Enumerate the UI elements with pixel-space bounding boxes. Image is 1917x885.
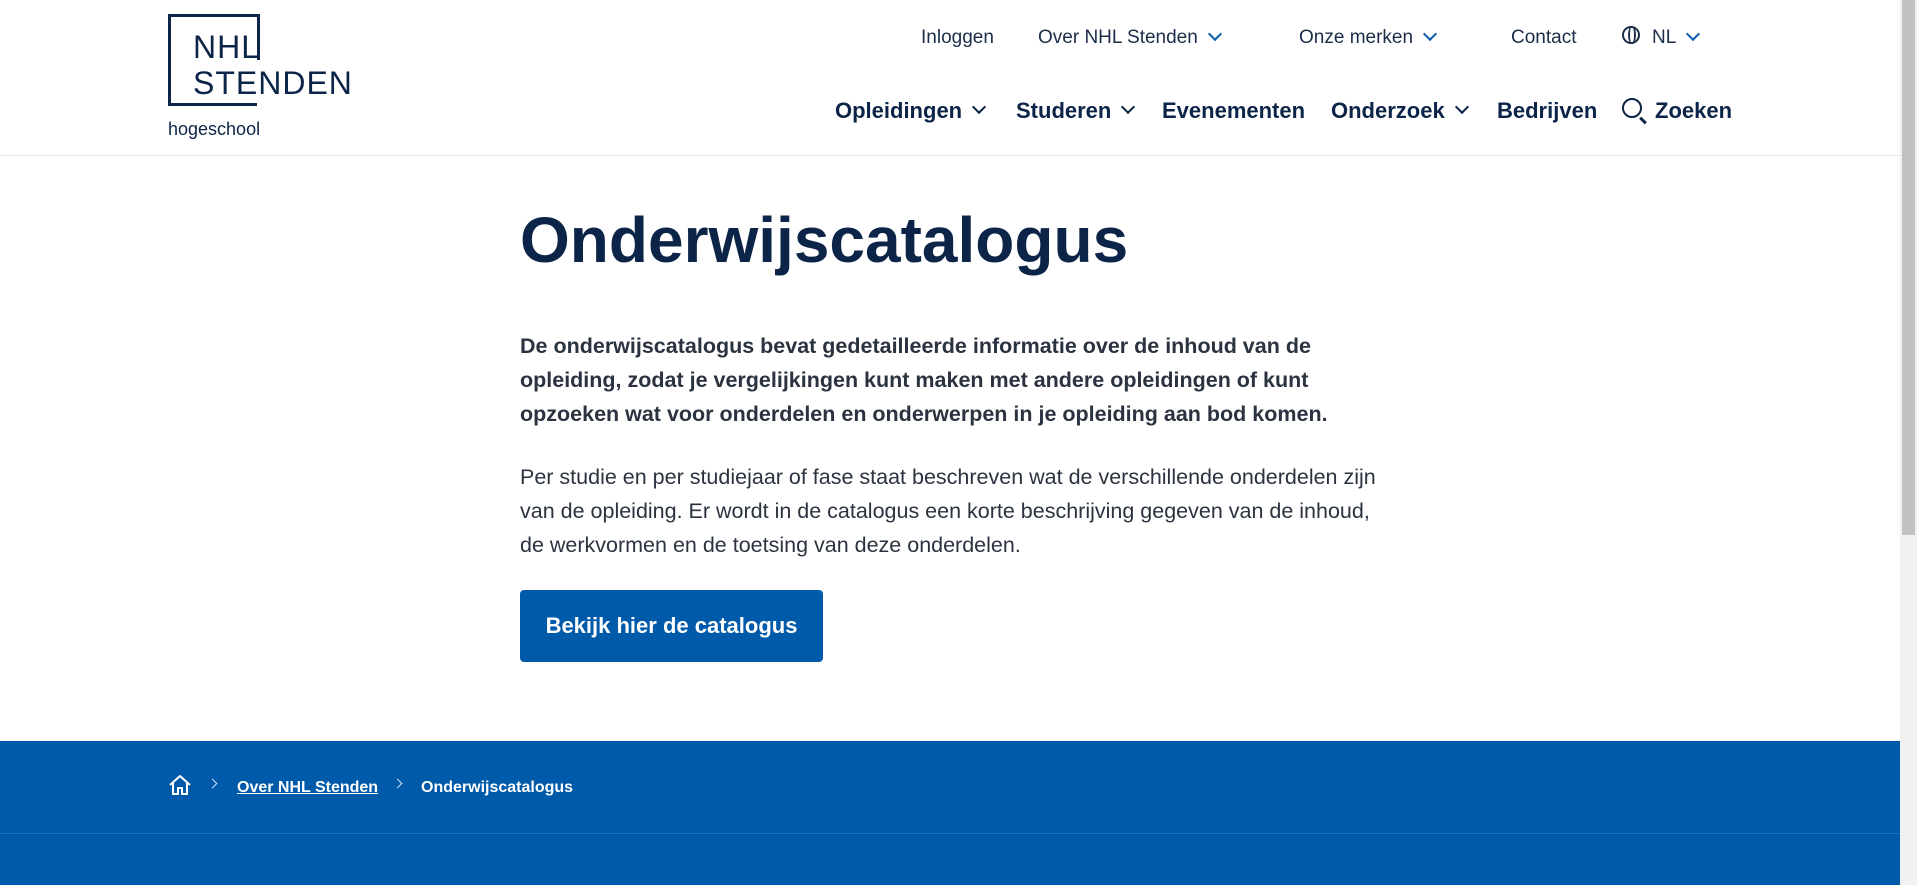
vertical-scrollbar[interactable] (1900, 0, 1917, 885)
chevron-down-icon (1422, 26, 1438, 42)
logo-text-stenden: STENDEN (193, 65, 353, 101)
logo-text-nhl: NHL (193, 29, 261, 65)
breadcrumb-current-label: Onderwijscatalogus (421, 779, 574, 796)
chevron-down-icon (972, 99, 987, 115)
nav-evenementen[interactable]: Evenementen (1162, 98, 1305, 124)
topnav-contact-label: Contact (1511, 27, 1577, 48)
topnav-login-label: Inloggen (921, 27, 994, 48)
logo-subtitle: hogeschool (168, 119, 261, 139)
topnav-about[interactable]: Over NHL Stenden (1038, 26, 1222, 50)
language-label: NL (1652, 27, 1677, 48)
breadcrumb-link-about[interactable]: Over NHL Stenden (237, 777, 378, 799)
breadcrumb-current: Onderwijscatalogus (421, 777, 573, 799)
nav-bedrijven[interactable]: Bedrijven (1497, 98, 1597, 124)
page-title: Onderwijscatalogus (520, 204, 1129, 276)
search-button[interactable]: Zoeken (1622, 98, 1732, 124)
site-header: NHL STENDEN hogeschool Inloggen Over NHL… (0, 0, 1900, 156)
page: NHL STENDEN hogeschool Inloggen Over NHL… (0, 0, 1900, 885)
home-icon[interactable] (168, 774, 192, 796)
nav-bedrijven-label: Bedrijven (1497, 98, 1598, 123)
nav-studeren[interactable]: Studeren (1016, 98, 1136, 124)
chevron-down-icon (1121, 99, 1136, 115)
body-paragraph: Per studie en per studiejaar of fase sta… (520, 465, 1376, 557)
search-label: Zoeken (1655, 98, 1733, 123)
intro-paragraph: De onderwijscatalogus bevat gedetailleer… (520, 334, 1328, 426)
chevron-down-icon (1207, 26, 1222, 42)
band-divider (0, 833, 1900, 834)
topnav-about-label: Over NHL Stenden (1038, 27, 1198, 48)
nav-evenementen-label: Evenementen (1162, 98, 1306, 123)
chevron-down-icon (1454, 99, 1469, 115)
view-catalogue-button[interactable]: Bekijk hier de catalogus (520, 590, 823, 662)
nav-onderzoek[interactable]: Onderzoek (1331, 98, 1469, 124)
globe-icon (1622, 26, 1640, 44)
breadcrumb-link-about-label: Over NHL Stenden (237, 779, 379, 796)
nav-studeren-label: Studeren (1016, 98, 1112, 123)
scrollbar-thumb[interactable] (1902, 0, 1915, 535)
topnav-login[interactable]: Inloggen (921, 26, 994, 50)
breadcrumb-band: Over NHL Stenden Onderwijscatalogus (0, 741, 1900, 885)
chevron-down-icon (1686, 26, 1701, 42)
nav-opleidingen-label: Opleidingen (835, 98, 963, 123)
chevron-right-icon (392, 778, 403, 789)
topnav-brands[interactable]: Onze merken (1299, 26, 1438, 50)
language-selector[interactable]: NL (1622, 26, 1701, 50)
logo[interactable]: NHL STENDEN hogeschool (168, 14, 352, 142)
nav-opleidingen[interactable]: Opleidingen (835, 98, 987, 124)
topnav-contact[interactable]: Contact (1511, 26, 1576, 50)
topnav-brands-label: Onze merken (1299, 27, 1414, 48)
chevron-right-icon (207, 778, 218, 789)
nav-onderzoek-label: Onderzoek (1331, 98, 1445, 123)
search-icon (1622, 98, 1642, 118)
